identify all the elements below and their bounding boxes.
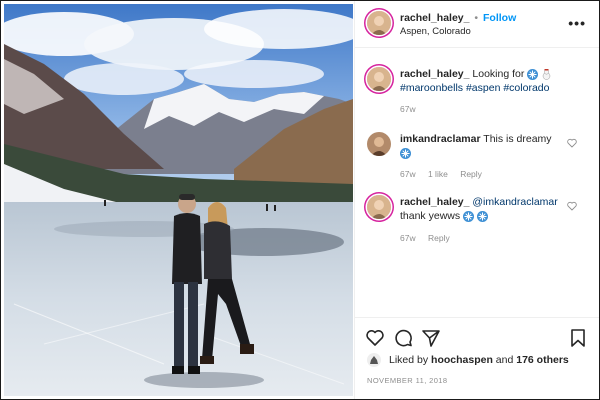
comment-avatar[interactable] bbox=[367, 195, 391, 219]
snowflake-icon bbox=[476, 210, 488, 222]
post-sidebar: rachel_haley_ • Follow Aspen, Colorado •… bbox=[354, 1, 599, 399]
comment-heart-icon[interactable] bbox=[567, 138, 577, 148]
caption-avatar[interactable] bbox=[367, 67, 391, 91]
snowflake-icon bbox=[400, 147, 411, 159]
comment-time[interactable]: 67w bbox=[400, 169, 416, 179]
likes-user[interactable]: hoochaspen bbox=[431, 354, 493, 366]
more-icon[interactable]: ••• bbox=[568, 15, 586, 31]
reply-button[interactable]: Reply bbox=[428, 233, 450, 243]
follow-button[interactable]: Follow bbox=[483, 12, 516, 24]
caption-username[interactable]: rachel_haley_ bbox=[400, 68, 469, 80]
post-actions: Liked by hoochaspen and 176 others NOVEM… bbox=[355, 317, 599, 399]
comment-text: imkandraclamar This is dreamy bbox=[400, 132, 570, 160]
comment-body: This is dreamy bbox=[483, 133, 552, 145]
caption-meta: 67w bbox=[400, 104, 426, 114]
snowman-icon bbox=[542, 68, 551, 80]
hashtag-colorado[interactable]: #colorado bbox=[503, 82, 549, 94]
likes-conjunction: and bbox=[495, 354, 514, 366]
likes-others[interactable]: 176 others bbox=[516, 354, 569, 366]
likes-summary: Liked by hoochaspen and 176 others bbox=[389, 354, 569, 366]
caption-body: Looking for bbox=[472, 68, 525, 80]
comment-heart-icon[interactable] bbox=[567, 201, 577, 211]
comment-meta: 67w Reply bbox=[400, 233, 460, 243]
reply-button[interactable]: Reply bbox=[460, 169, 482, 179]
comment-body: thank yewws bbox=[400, 210, 461, 222]
liker-avatar[interactable] bbox=[367, 353, 381, 367]
likes-prefix: Liked by bbox=[389, 354, 429, 366]
comment-likes[interactable]: 1 like bbox=[428, 169, 448, 179]
comment-text: rachel_haley_ @imkandraclamar thank yeww… bbox=[400, 195, 570, 223]
post-date[interactable]: NOVEMBER 11, 2018 bbox=[367, 376, 447, 385]
comment-mention[interactable]: @imkandraclamar bbox=[472, 196, 557, 208]
comment-username[interactable]: rachel_haley_ bbox=[400, 196, 469, 208]
post-photo[interactable] bbox=[4, 4, 353, 396]
post-header: rachel_haley_ • Follow Aspen, Colorado •… bbox=[355, 1, 599, 48]
share-icon[interactable] bbox=[421, 328, 441, 348]
post-location[interactable]: Aspen, Colorado bbox=[400, 25, 471, 39]
snowflake-icon bbox=[527, 68, 539, 80]
bookmark-icon[interactable] bbox=[568, 328, 588, 348]
comment-username[interactable]: imkandraclamar bbox=[400, 133, 481, 145]
comment-time[interactable]: 67w bbox=[400, 233, 416, 243]
snowflake-icon bbox=[463, 210, 475, 222]
comment-avatar[interactable] bbox=[367, 132, 391, 156]
heart-icon[interactable] bbox=[365, 328, 385, 348]
comment-icon[interactable] bbox=[393, 328, 413, 348]
header-separator: • bbox=[474, 12, 479, 24]
caption-text: rachel_haley_ Looking for #maroonbells #… bbox=[400, 67, 590, 95]
comment-meta: 67w 1 like Reply bbox=[400, 169, 492, 179]
hashtag-maroonbells[interactable]: #maroonbells bbox=[400, 82, 463, 94]
author-username[interactable]: rachel_haley_ bbox=[400, 12, 469, 24]
instagram-post: rachel_haley_ • Follow Aspen, Colorado •… bbox=[0, 0, 600, 400]
hashtag-aspen[interactable]: #aspen bbox=[466, 82, 500, 94]
author-avatar[interactable] bbox=[367, 11, 391, 35]
caption-time[interactable]: 67w bbox=[400, 104, 416, 114]
